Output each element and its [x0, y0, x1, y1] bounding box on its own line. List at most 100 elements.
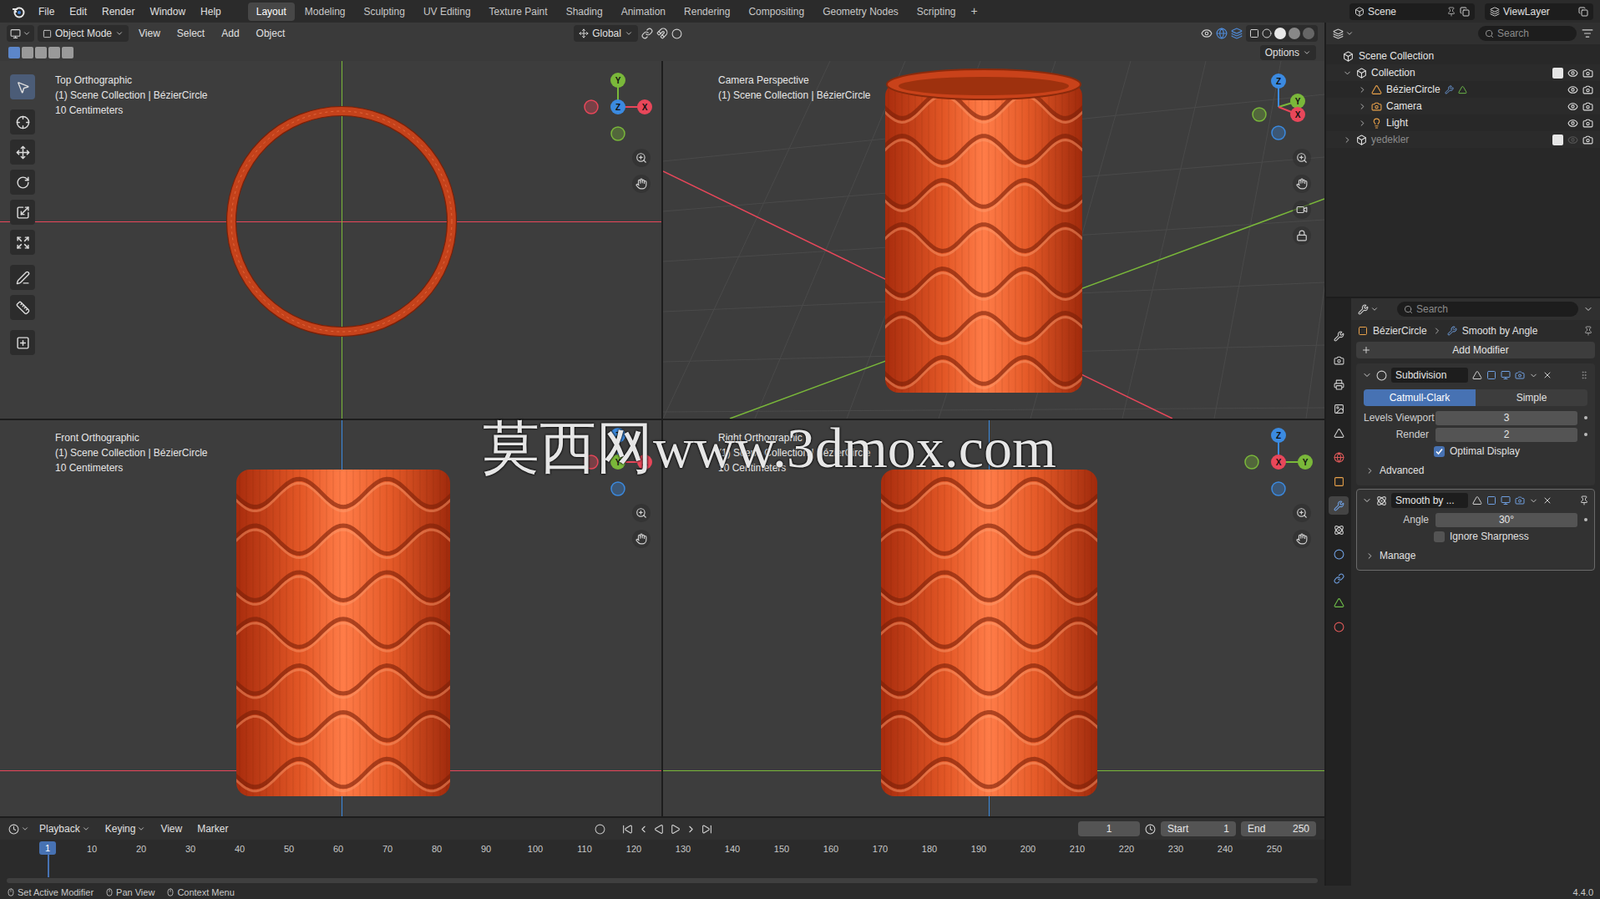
workspace-tab[interactable]: Rendering: [675, 2, 739, 21]
pan-button[interactable]: [632, 529, 651, 548]
add-workspace-button[interactable]: +: [966, 2, 983, 21]
menu-item[interactable]: File: [31, 4, 61, 20]
viewport[interactable]: Front Orthographic(1) Scene Collection |…: [0, 420, 662, 816]
workspace-tab[interactable]: UV Editing: [415, 2, 480, 21]
modifier-name-field[interactable]: Subdivision: [1391, 367, 1469, 383]
view-layer-selector[interactable]: ViewLayer: [1484, 3, 1594, 21]
gizmo-axis[interactable]: Z: [1270, 427, 1287, 443]
frame-ruler[interactable]: 1102030405060708090100110120130140150160…: [0, 839, 1325, 886]
editor-type-button[interactable]: [8, 823, 30, 835]
viewport-toggle-icon[interactable]: [1500, 495, 1511, 506]
properties-tab[interactable]: [1328, 592, 1349, 612]
outliner-row[interactable]: Scene Collection: [1326, 47, 1600, 65]
workspace-tab[interactable]: Scripting: [908, 2, 965, 21]
copy-icon[interactable]: [1578, 6, 1589, 17]
current-frame-field[interactable]: 1: [1078, 820, 1140, 836]
subpanel-header[interactable]: Manage: [1356, 546, 1595, 565]
workspace-tab[interactable]: Sculpting: [355, 2, 414, 21]
menu-icon[interactable]: [1529, 496, 1539, 506]
workspace-tab[interactable]: Shading: [557, 2, 612, 21]
gizmo-axis[interactable]: Y: [1297, 454, 1313, 470]
timeline-menu[interactable]: Keying: [100, 820, 152, 836]
record-icon[interactable]: [594, 823, 606, 835]
number-field[interactable]: 3: [1435, 410, 1578, 426]
options-icon[interactable]: [1583, 303, 1594, 314]
copy-icon[interactable]: [1459, 6, 1470, 17]
gizmo-axis[interactable]: Y: [610, 454, 626, 470]
vase-mesh[interactable]: [232, 469, 454, 796]
visibility-icon[interactable]: [1567, 117, 1579, 129]
menu-icon[interactable]: [1529, 370, 1539, 380]
viewport-menu[interactable]: Object: [249, 25, 293, 41]
jump-end-icon[interactable]: [701, 823, 713, 835]
previous-key-icon[interactable]: [637, 823, 649, 835]
add-modifier-button[interactable]: Add Modifier: [1356, 341, 1595, 359]
pivot-icon[interactable]: [641, 27, 654, 40]
timeline-scrollbar[interactable]: [6, 877, 1318, 883]
collapse-icon[interactable]: [1342, 135, 1352, 145]
number-field[interactable]: 2: [1435, 427, 1578, 442]
navigation-gizmo[interactable]: ZYX: [1240, 424, 1317, 500]
properties-search[interactable]: Search: [1397, 301, 1579, 317]
remove-icon[interactable]: [1542, 495, 1553, 506]
modifier-header[interactable]: Subdivision: [1356, 364, 1595, 386]
properties-tab[interactable]: [1328, 423, 1349, 442]
menu-item[interactable]: Render: [95, 4, 142, 20]
render-visibility-icon[interactable]: [1582, 101, 1594, 112]
solid-shading-icon[interactable]: [1274, 27, 1287, 40]
zoom-button[interactable]: [632, 148, 651, 168]
modifier-indicator-icon[interactable]: [1444, 85, 1454, 95]
edit-mode-toggle-icon[interactable]: [1472, 495, 1483, 506]
keyframe-dot[interactable]: [1584, 415, 1588, 420]
outliner-row[interactable]: yedekler: [1326, 131, 1600, 148]
gizmo-axis[interactable]: Z: [1270, 73, 1287, 89]
timeline-menu[interactable]: View: [155, 820, 188, 836]
viewport[interactable]: Camera Perspective(1) Scene Collection |…: [663, 60, 1325, 419]
method-button[interactable]: Simple: [1475, 389, 1588, 406]
subpanel-header[interactable]: Advanced: [1356, 460, 1595, 480]
select-mode-button[interactable]: [21, 46, 34, 59]
navigation-gizmo[interactable]: YXZ: [580, 69, 656, 145]
overlay-toggle-icon[interactable]: [1230, 27, 1243, 40]
cage-toggle-icon[interactable]: [1486, 495, 1497, 506]
navigation-gizmo[interactable]: ZYX: [1240, 69, 1317, 145]
viewport-menu[interactable]: Select: [170, 25, 212, 41]
current-frame-marker[interactable]: 1: [39, 840, 56, 855]
properties-tab[interactable]: [1328, 544, 1349, 563]
pin-icon[interactable]: [1446, 6, 1457, 17]
gizmo-axis[interactable]: Z: [610, 99, 626, 115]
zoom-button[interactable]: [1292, 503, 1312, 522]
visibility-icon[interactable]: [1200, 27, 1213, 40]
viewport-menu[interactable]: View: [131, 25, 168, 41]
jump-start-icon[interactable]: [622, 823, 633, 835]
select-mode-button[interactable]: [48, 46, 61, 59]
visibility-icon[interactable]: [1567, 134, 1579, 146]
properties-tab[interactable]: [1328, 496, 1349, 515]
wireframe-icon[interactable]: [1261, 28, 1272, 39]
properties-tab[interactable]: [1328, 471, 1349, 491]
expand-icon[interactable]: [1342, 68, 1352, 78]
timeline-menu[interactable]: Marker: [192, 820, 233, 836]
properties-tab[interactable]: [1328, 568, 1349, 588]
properties-tab[interactable]: [1328, 350, 1349, 370]
vase-mesh[interactable]: [881, 67, 1086, 393]
outliner-row[interactable]: Camera: [1326, 97, 1600, 115]
render-visibility-icon[interactable]: [1582, 117, 1594, 129]
properties-tab[interactable]: [1328, 617, 1349, 636]
workspace-tab[interactable]: Modeling: [296, 2, 355, 21]
expand-icon[interactable]: [1362, 369, 1373, 380]
exclude-checkbox[interactable]: [1552, 67, 1564, 79]
viewport[interactable]: Right Orthographic(1) Scene Collection |…: [663, 420, 1325, 816]
viewport[interactable]: Top Orthographic(1) Scene Collection | B…: [0, 60, 662, 419]
data-indicator-icon[interactable]: [1458, 85, 1468, 95]
lock-camera-button[interactable]: [1292, 226, 1312, 245]
mode-dropdown[interactable]: Object Mode: [37, 25, 129, 42]
play-icon[interactable]: [669, 823, 681, 835]
menu-item[interactable]: Window: [142, 4, 193, 20]
properties-tab[interactable]: [1328, 374, 1349, 394]
checkbox-row[interactable]: Ignore Sharpness: [1356, 527, 1595, 545]
number-field[interactable]: 30°: [1435, 512, 1578, 527]
outliner-row[interactable]: BézierCircle: [1326, 81, 1600, 98]
zoom-button[interactable]: [1292, 148, 1312, 168]
visibility-icon[interactable]: [1567, 84, 1579, 96]
